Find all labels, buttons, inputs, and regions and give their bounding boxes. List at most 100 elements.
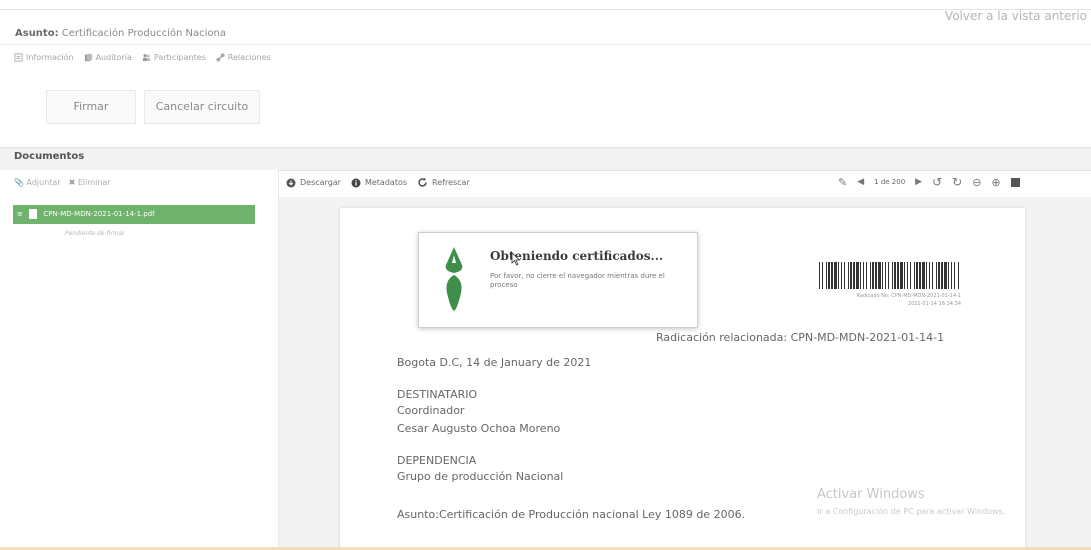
back-link[interactable]: Volver a la vista anterio	[945, 9, 1087, 23]
tab-label: Relaciones	[227, 53, 271, 62]
barcode-bar	[907, 262, 908, 289]
barcode-bar	[885, 262, 886, 289]
barcode-bar	[878, 262, 881, 289]
prev-page-icon[interactable]: ◀	[857, 177, 864, 187]
recipient-role: Coordinador	[397, 404, 465, 417]
barcode-bar	[954, 262, 955, 289]
subject-divider	[0, 44, 1091, 45]
tabs-bar: Información Auditoría Participantes Rela…	[14, 53, 271, 62]
dependency-label: DEPENDENCIA	[397, 454, 477, 467]
barcode-caption: Radicado No: CPN-MD-MDN-2021-01-14-1 202…	[790, 292, 961, 308]
recipient-name: Cesar Augusto Ochoa Moreno	[397, 422, 561, 435]
barcode-bar	[841, 262, 842, 289]
fullscreen-icon[interactable]	[1010, 177, 1020, 187]
barcode-bar	[958, 262, 959, 289]
barcode-bar	[941, 262, 943, 289]
barcode-bar	[951, 262, 952, 289]
tab-relaciones[interactable]: Relaciones	[216, 53, 271, 62]
documents-title: Documentos	[14, 151, 85, 162]
refresh-icon	[418, 177, 427, 187]
barcode-bar	[872, 262, 874, 289]
participants-icon	[142, 54, 150, 62]
viewer-toolbar: Descargar Metadatos Refrescar	[286, 177, 470, 188]
delete-button[interactable]: ✖ Eliminar	[69, 178, 111, 187]
documents-bar	[0, 147, 1091, 171]
barcode-bar	[866, 262, 867, 289]
barcode-bar	[904, 262, 905, 289]
document-list-item[interactable]: ≡ CPN-MD-MDN-2021-01-14-1.pdf	[13, 205, 255, 224]
subject-label: Asunto:	[15, 28, 59, 39]
barcode-caption-line-2: 2021-01-14 16:34:34	[907, 301, 961, 307]
page-indicator: 1 de 200	[874, 178, 906, 186]
barcode-bar	[819, 262, 820, 289]
barcode-bar	[916, 262, 918, 289]
barcode-bar	[850, 262, 852, 289]
barcode-bar	[831, 262, 833, 289]
audit-icon	[84, 53, 92, 62]
barcode-bar	[875, 262, 877, 289]
barcode-bar	[929, 262, 930, 289]
zoom-in-icon[interactable]: ⊕	[991, 176, 1000, 189]
tab-auditoria[interactable]: Auditoría	[84, 53, 132, 62]
metadata-label: Metadatos	[364, 178, 408, 187]
document-subject: Asunto:Certificación de Producción nacio…	[397, 508, 746, 521]
subject-header: Asunto: Certificación Producción Naciona	[15, 28, 226, 39]
tab-participantes[interactable]: Participantes	[142, 53, 206, 62]
tab-label: Auditoría	[95, 53, 132, 62]
barcode-bar	[844, 262, 845, 289]
barcode-bar	[853, 262, 855, 289]
barcode-bar	[948, 262, 949, 289]
link-icon	[216, 53, 225, 62]
next-page-icon[interactable]: ▶	[915, 177, 922, 187]
cancel-circuit-button[interactable]: Cancelar circuito	[144, 90, 260, 124]
barcode-bar	[926, 262, 927, 289]
download-label: Descargar	[300, 178, 341, 187]
dialog-message: Por favor, no cierre el navegador mientr…	[490, 272, 665, 289]
tab-label: Participantes	[153, 53, 206, 62]
file-status: Pendiente de firmar	[65, 230, 125, 237]
barcode-bar	[870, 262, 871, 289]
tab-label: Información	[26, 53, 74, 62]
documents-list-panel	[0, 170, 279, 550]
barcode-bar	[932, 262, 933, 289]
rotate-right-icon[interactable]: ↻	[952, 175, 962, 189]
sign-button[interactable]: Firmar	[46, 90, 136, 124]
viewer-nav-tools: ✎ ◀ 1 de 200 ▶ ↺ ↻ ⊖ ⊕	[838, 175, 1020, 189]
delete-icon: ✖	[68, 178, 76, 187]
barcode-bar	[848, 262, 849, 289]
download-icon	[286, 178, 296, 187]
date-line: Bogota D.C, 14 de January de 2021	[397, 356, 592, 369]
barcode-bar	[897, 262, 899, 289]
info-circle-icon	[351, 178, 361, 187]
loading-logo-icon	[445, 247, 463, 311]
barcode-bar	[828, 262, 830, 289]
rotate-left-icon[interactable]: ↺	[932, 175, 942, 189]
barcode-bar	[863, 262, 864, 289]
recipient-label: DESTINATARIO	[397, 388, 478, 401]
barcode-bar	[944, 262, 947, 289]
barcode-bar	[860, 262, 861, 289]
info-icon	[14, 53, 23, 62]
refresh-button[interactable]: Refrescar	[417, 177, 470, 188]
barcode-bar	[900, 262, 903, 289]
barcode-bar	[856, 262, 859, 289]
barcode-bar	[822, 262, 823, 289]
barcode-bar	[936, 262, 937, 289]
download-button[interactable]: Descargar	[286, 178, 341, 188]
zoom-out-icon[interactable]: ⊖	[972, 176, 981, 189]
subject-value: Certificación Producción Naciona	[61, 28, 226, 39]
annotate-icon[interactable]: ✎	[838, 176, 847, 189]
attach-label: Adjuntar	[26, 178, 61, 187]
barcode-bar	[826, 262, 827, 289]
metadata-button[interactable]: Metadatos	[351, 178, 407, 188]
barcode	[819, 262, 959, 289]
attach-button[interactable]: 📎 Adjuntar	[14, 178, 61, 187]
activate-windows-subtitle: Ir a Configuración de PC para activar Wi…	[817, 507, 1006, 516]
drag-handle-icon: ≡	[17, 210, 23, 218]
barcode-bar	[838, 262, 839, 289]
barcode-bar	[892, 262, 893, 289]
barcode-bar	[910, 262, 911, 289]
tab-informacion[interactable]: Información	[14, 53, 74, 62]
barcode-caption-line-1: Radicado No: CPN-MD-MDN-2021-01-14-1	[856, 293, 961, 299]
related-filing: Radicación relacionada: CPN-MD-MDN-2021-…	[656, 331, 945, 344]
